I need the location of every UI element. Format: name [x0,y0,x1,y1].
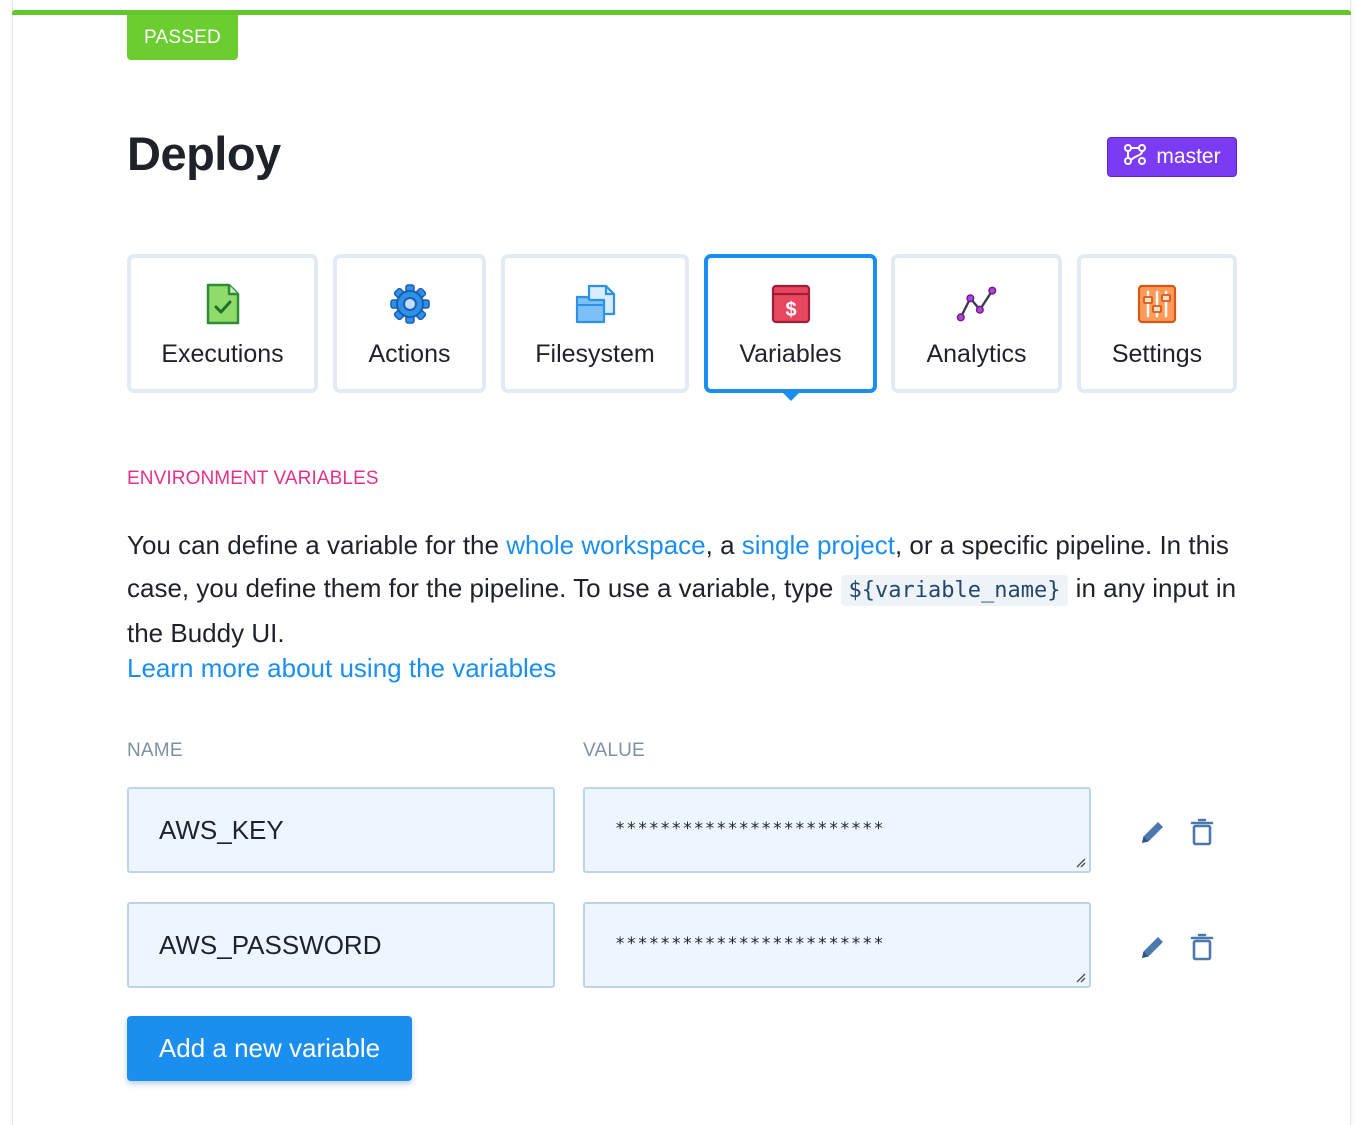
tab-label: Executions [161,340,284,368]
tab-actions[interactable]: Actions [333,254,486,393]
tab-label: Variables [739,340,842,368]
resize-grip-icon[interactable] [1074,971,1086,983]
variable-name-field[interactable]: AWS_KEY [127,787,555,873]
git-branch-icon [1123,142,1147,172]
masked-value: ************************ [615,819,885,839]
tab-settings[interactable]: Settings [1077,254,1237,393]
add-variable-button[interactable]: Add a new variable [127,1016,412,1081]
variable-value-field[interactable]: ************************ [583,902,1091,988]
resize-grip-icon[interactable] [1074,856,1086,868]
trash-icon[interactable] [1184,814,1220,850]
analytics-line-chart-icon [956,282,998,326]
page-title: Deploy [127,127,281,180]
trash-icon[interactable] [1184,929,1220,965]
tab-executions[interactable]: Executions [127,254,318,393]
settings-sliders-icon [1136,282,1178,326]
single-project-link[interactable]: single project [742,530,895,560]
tab-label: Analytics [926,340,1027,368]
edit-pencil-icon[interactable] [1135,814,1171,850]
variables-dollar-icon: $ [770,282,812,326]
tab-label: Actions [368,340,451,368]
branch-name: master [1156,145,1221,168]
actions-gear-icon [389,282,431,326]
variable-value-field[interactable]: ************************ [583,787,1091,873]
variables-description: You can define a variable for the whole … [127,524,1237,655]
learn-more-link[interactable]: Learn more about using the variables [127,653,556,684]
name-column-header: NAME [127,740,183,761]
value-column-header: VALUE [583,740,645,761]
tab-label: Filesystem [535,340,655,368]
tab-variables[interactable]: $ Variables [704,254,877,393]
variable-name-field[interactable]: AWS_PASSWORD [127,902,555,988]
edit-pencil-icon[interactable] [1135,929,1171,965]
whole-workspace-link[interactable]: whole workspace [506,530,705,560]
status-badge: PASSED [127,15,238,60]
filesystem-files-icon [574,282,616,326]
section-title: ENVIRONMENT VARIABLES [127,468,379,489]
executions-file-check-icon [202,282,244,326]
tab-label: Settings [1111,340,1203,368]
branch-badge[interactable]: master [1107,137,1237,177]
description-text: , a [705,530,742,560]
tab-filesystem[interactable]: Filesystem [501,254,689,393]
masked-value: ************************ [615,934,885,954]
description-text: You can define a variable for the [127,530,507,560]
svg-text:$: $ [785,299,796,321]
tab-analytics[interactable]: Analytics [891,254,1062,393]
variable-syntax-code: ${variable_name} [840,575,1069,606]
